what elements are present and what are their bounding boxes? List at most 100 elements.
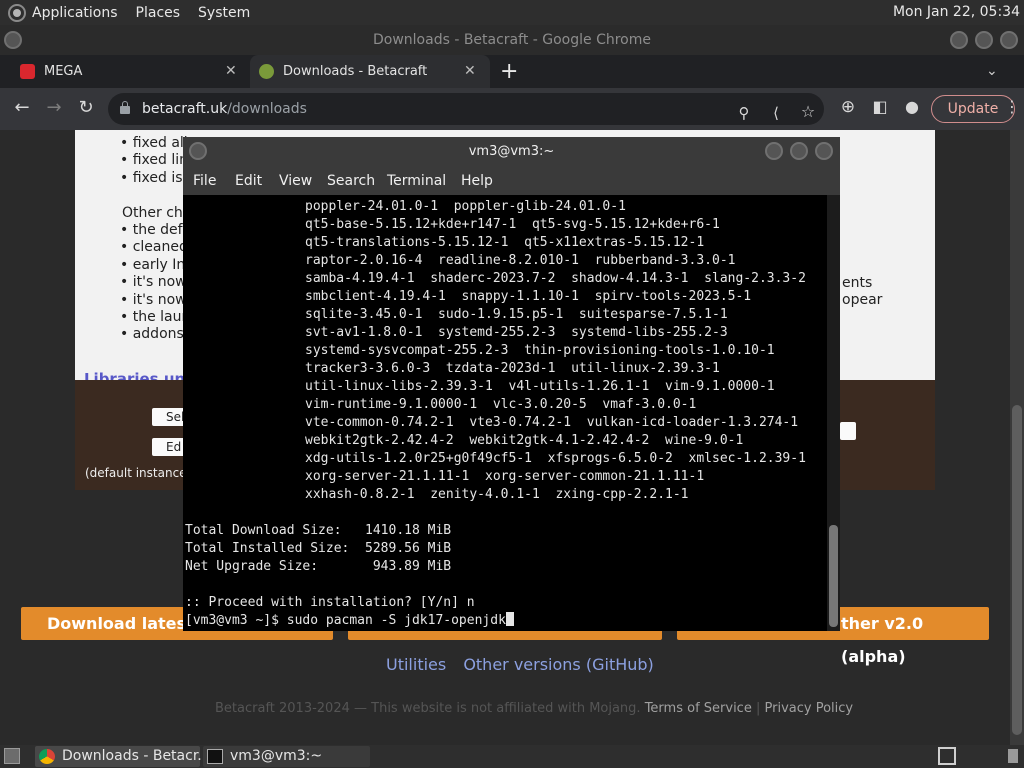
chrome-icon [39, 749, 55, 764]
chrome-window-title: Downloads - Betacraft - Google Chrome [0, 25, 1024, 55]
terminal-output[interactable]: poppler-24.01.0-1 poppler-glib-24.01.0-1… [183, 195, 827, 631]
minimize-icon[interactable] [950, 31, 968, 49]
truncated-text: ents [842, 275, 873, 291]
window-menu-icon[interactable] [4, 31, 22, 49]
address-bar[interactable]: betacraft.uk/downloads ⚲ ⟨ ☆ [108, 93, 824, 125]
close-window-icon[interactable] [1000, 31, 1018, 49]
terminal-scrollbar[interactable] [827, 195, 840, 631]
close-tab-icon[interactable]: ✕ [464, 55, 476, 88]
taskbar-label: vm3@vm3:~ [230, 748, 323, 764]
close-tab-icon[interactable]: ✕ [225, 55, 237, 88]
profile-icon[interactable]: ● [900, 97, 924, 116]
copyright-text: Betacraft 2013-2024 — This website is no… [215, 701, 641, 716]
footer-links: Utilities Other versions (GitHub) [386, 655, 654, 674]
other-versions-link[interactable]: Other versions (GitHub) [463, 655, 653, 674]
system-menu[interactable]: System [198, 5, 250, 21]
trash-icon[interactable] [1008, 749, 1018, 763]
page-scrollbar[interactable] [1010, 130, 1024, 745]
betacraft-favicon-icon [259, 64, 274, 79]
show-desktop-icon[interactable] [4, 748, 20, 764]
clock[interactable]: Mon Jan 22, 05:34 [893, 4, 1020, 20]
browser-toolbar: ← → ↻ betacraft.uk/downloads ⚲ ⟨ ☆ ⊕ ◧ ●… [0, 88, 1024, 130]
utilities-link[interactable]: Utilities [386, 655, 446, 674]
menu-edit[interactable]: Edit [235, 173, 262, 189]
launcher-button[interactable] [840, 422, 856, 440]
summary-line: Total Download Size: 1410.18 MiB [185, 523, 452, 538]
package-line: util-linux-libs-2.39.3-1 v4l-utils-1.26.… [305, 379, 775, 394]
terminal-icon [207, 749, 223, 764]
tab-search-chevron-icon[interactable]: ⌄ [986, 55, 998, 88]
url-text[interactable]: betacraft.uk/downloads [142, 93, 307, 125]
tab-title: Downloads - Betacraft [283, 64, 428, 79]
package-line: samba-4.19.4-1 shaderc-2023.7-2 shadow-4… [305, 271, 806, 286]
tab-strip: MEGA ✕ Downloads - Betacraft ✕ + ⌄ [0, 55, 1024, 88]
other-changes-label: Other cha [122, 205, 192, 221]
scrollbar-thumb[interactable] [1012, 405, 1022, 735]
places-menu[interactable]: Places [136, 5, 181, 21]
close-window-icon[interactable] [815, 142, 833, 160]
applications-menu[interactable]: Applications [32, 5, 118, 21]
downloads-icon[interactable]: ⊕ [836, 97, 860, 117]
side-panel-icon[interactable]: ◧ [868, 97, 892, 116]
package-line: svt-av1-1.8.0-1 systemd-255.2-3 systemd-… [305, 325, 728, 340]
reload-icon[interactable]: ↻ [74, 97, 98, 118]
menu-terminal[interactable]: Terminal [387, 173, 446, 189]
maximize-icon[interactable] [975, 31, 993, 49]
cursor [505, 612, 514, 626]
maximize-icon[interactable] [790, 142, 808, 160]
terminal-title-bar[interactable]: vm3@vm3:~ [183, 137, 840, 167]
package-line: tracker3-3.6.0-3 tzdata-2023d-1 util-lin… [305, 361, 720, 376]
menu-search[interactable]: Search [327, 173, 375, 189]
package-line: xdg-utils-1.2.0r25+g0f49cf5-1 xfsprogs-6… [305, 451, 806, 466]
menu-view[interactable]: View [279, 173, 312, 189]
new-tab-icon[interactable]: + [500, 55, 518, 88]
package-line: qt5-base-5.15.12+kde+r147-1 qt5-svg-5.15… [305, 217, 720, 232]
minimize-icon[interactable] [765, 142, 783, 160]
taskbar-item-terminal[interactable]: vm3@vm3:~ [203, 746, 370, 767]
privacy-link[interactable]: Privacy Policy [765, 701, 854, 716]
proceed-prompt: :: Proceed with installation? [Y/n] n [185, 595, 475, 610]
zoom-search-icon[interactable]: ⚲ [732, 97, 756, 129]
footer-text: Betacraft 2013-2024 — This website is no… [215, 701, 853, 716]
package-line: raptor-2.0.16-4 readline-8.2.010-1 rubbe… [305, 253, 736, 268]
truncated-text: opear [842, 292, 883, 308]
tab-mega[interactable]: MEGA ✕ [20, 55, 245, 88]
workspace-switcher-icon[interactable] [938, 747, 956, 765]
mega-favicon-icon [20, 64, 35, 79]
lock-icon[interactable] [120, 101, 130, 114]
terminal-title: vm3@vm3:~ [468, 144, 555, 159]
menu-help[interactable]: Help [461, 173, 493, 189]
package-line: qt5-translations-5.15.12-1 qt5-x11extras… [305, 235, 705, 250]
bottom-panel: Downloads - Betacr... vm3@vm3:~ [0, 745, 1024, 768]
package-line: sqlite-3.45.0-1 sudo-1.9.15.p5-1 suitesp… [305, 307, 728, 322]
package-line: vte-common-0.74.2-1 vte3-0.74.2-1 vulkan… [305, 415, 799, 430]
scrollbar-thumb[interactable] [829, 525, 838, 627]
window-menu-icon[interactable] [189, 142, 207, 160]
forward-icon[interactable]: → [42, 97, 66, 118]
taskbar-label: Downloads - Betacr... [62, 748, 211, 764]
package-line: webkit2gtk-2.42.4-2 webkit2gtk-4.1-2.42.… [305, 433, 744, 448]
terminal-menubar: File Edit View Search Terminal Help [183, 167, 840, 195]
distro-logo-icon[interactable] [8, 3, 26, 22]
terminal-text: poppler-24.01.0-1 poppler-glib-24.01.0-1… [185, 198, 806, 630]
taskbar-item-chrome[interactable]: Downloads - Betacr... [35, 746, 211, 767]
top-panel: Applications Places System Mon Jan 22, 0… [0, 0, 1024, 25]
footer-separator: | [755, 701, 761, 716]
default-instance-note: (default instance [85, 466, 187, 480]
tab-title: MEGA [44, 64, 83, 79]
share-icon[interactable]: ⟨ [764, 97, 788, 129]
window-title: Downloads - Betacraft - Google Chrome [372, 32, 651, 48]
terminal-window: vm3@vm3:~ File Edit View Search Terminal… [183, 137, 840, 631]
back-icon[interactable]: ← [10, 97, 34, 118]
package-line: poppler-24.01.0-1 poppler-glib-24.01.0-1 [305, 199, 626, 214]
chrome-menu-icon[interactable]: ⋮ [1000, 97, 1024, 116]
package-line: xorg-server-21.1.11-1 xorg-server-common… [305, 469, 705, 484]
menu-file[interactable]: File [193, 173, 216, 189]
bookmark-star-icon[interactable]: ☆ [796, 96, 820, 128]
command-line[interactable]: [vm3@vm3 ~]$ sudo pacman -S jdk17-openjd… [185, 612, 514, 628]
terms-link[interactable]: Terms of Service [645, 701, 752, 716]
summary-line: Net Upgrade Size: 943.89 MiB [185, 559, 452, 574]
package-line: smbclient-4.19.4-1 snappy-1.1.10-1 spirv… [305, 289, 752, 304]
package-line: vim-runtime-9.1.0000-1 vlc-3.0.20-5 vmaf… [305, 397, 697, 412]
tab-downloads-betacraft[interactable]: Downloads - Betacraft ✕ [250, 55, 490, 88]
